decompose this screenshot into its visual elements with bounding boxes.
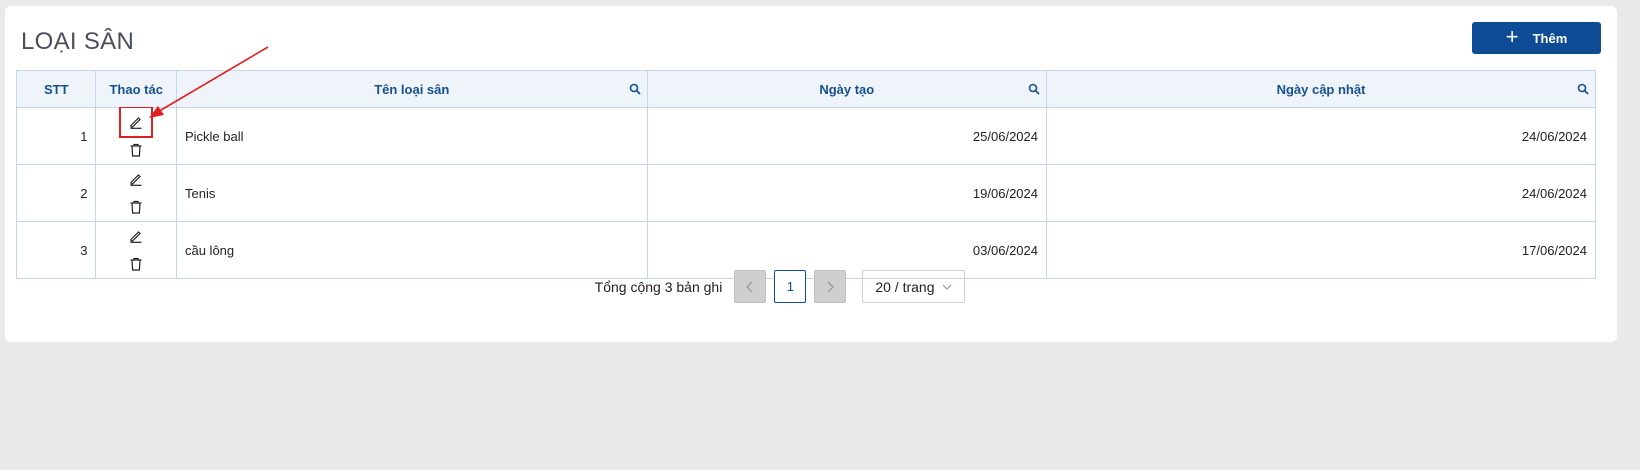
row-stt: 2 bbox=[15, 164, 97, 222]
pagination: Tổng cộng 3 bản ghi 1 20 / trang bbox=[0, 270, 1640, 303]
row-created: 19/06/2024 bbox=[646, 164, 1048, 222]
row-name: Pickle ball bbox=[175, 107, 648, 165]
row-updated: 24/06/2024 bbox=[1046, 107, 1596, 165]
row-actions bbox=[95, 164, 177, 222]
page-size-select[interactable]: 20 / trang bbox=[862, 270, 966, 303]
add-button[interactable]: + Thêm bbox=[1472, 22, 1601, 54]
edit-icon[interactable] bbox=[121, 222, 151, 250]
search-icon[interactable] bbox=[1028, 83, 1040, 95]
column-header-name: Tên loại sân bbox=[175, 70, 648, 108]
chevron-left-icon bbox=[746, 281, 753, 292]
row-actions bbox=[95, 106, 177, 165]
trash-icon[interactable] bbox=[121, 193, 151, 221]
table-row: 2 Tenis 19/06/2024 24/06/2024 bbox=[15, 164, 1596, 222]
total-records-text: Tổng cộng 3 bản ghi bbox=[594, 278, 723, 295]
column-header-created: Ngày tạo bbox=[646, 70, 1048, 108]
search-icon[interactable] bbox=[1577, 83, 1589, 95]
column-header-name-label: Tên loại sân bbox=[374, 81, 450, 97]
plus-icon: + bbox=[1505, 24, 1519, 49]
page-title: LOẠI SÂN bbox=[21, 28, 135, 55]
row-created: 25/06/2024 bbox=[646, 107, 1048, 165]
chevron-right-icon bbox=[827, 281, 835, 292]
page-button-current[interactable]: 1 bbox=[774, 270, 807, 303]
next-page-button[interactable] bbox=[814, 270, 847, 303]
edit-icon[interactable] bbox=[121, 165, 151, 193]
row-stt: 1 bbox=[15, 107, 97, 165]
page-size-value: 20 / trang bbox=[875, 278, 935, 295]
row-name: Tenis bbox=[175, 164, 648, 222]
chevron-down-icon bbox=[942, 284, 952, 290]
column-header-updated-label: Ngày cập nhật bbox=[1276, 81, 1366, 97]
prev-page-button[interactable] bbox=[734, 270, 767, 303]
search-icon[interactable] bbox=[629, 83, 641, 95]
table-header-row: STT Thao tác Tên loại sân Ngày tạo Ngày … bbox=[15, 70, 1596, 108]
edit-icon[interactable] bbox=[119, 106, 154, 138]
court-type-table: STT Thao tác Tên loại sân Ngày tạo Ngày … bbox=[15, 70, 1596, 279]
column-header-updated: Ngày cập nhật bbox=[1046, 70, 1596, 108]
column-header-created-label: Ngày tạo bbox=[819, 81, 875, 97]
row-updated: 24/06/2024 bbox=[1046, 164, 1596, 222]
trash-icon[interactable] bbox=[121, 136, 151, 164]
column-header-actions: Thao tác bbox=[95, 70, 177, 108]
table-row: 1 Pickle ball 25/06/2024 24/06/2024 bbox=[15, 106, 1596, 165]
column-header-stt: STT bbox=[15, 70, 97, 108]
add-button-label: Thêm bbox=[1532, 30, 1568, 46]
